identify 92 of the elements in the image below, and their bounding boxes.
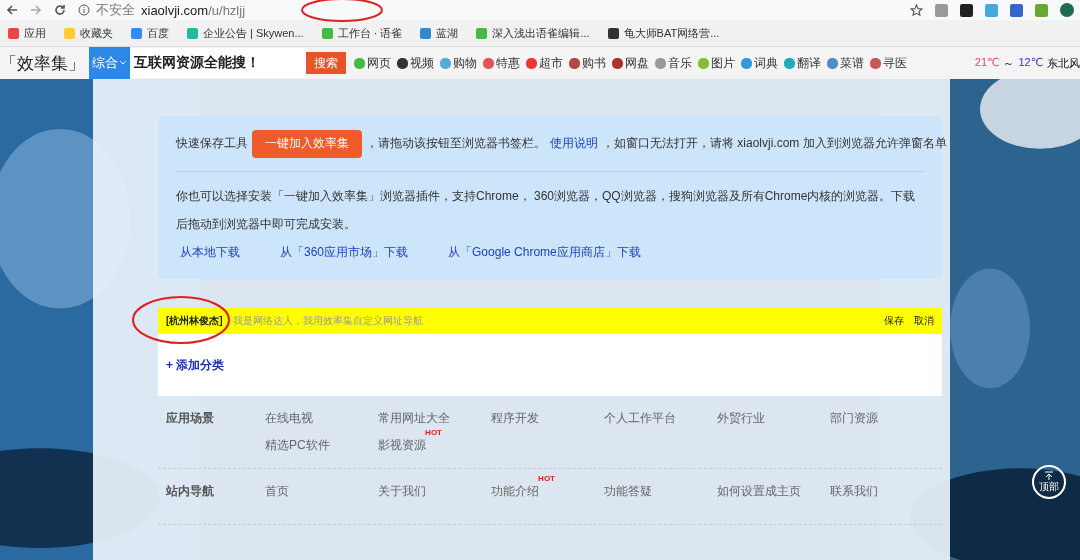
- site-icon: [655, 57, 666, 69]
- search-type-link[interactable]: 购物: [440, 54, 477, 72]
- back-icon[interactable]: [6, 4, 18, 16]
- nav-link[interactable]: 常用网址大全: [378, 411, 450, 425]
- low-temperature: 12℃: [1018, 55, 1043, 70]
- download-link[interactable]: 从本地下载: [180, 244, 240, 261]
- nav-link[interactable]: 如何设置成主页: [717, 484, 801, 498]
- profile-avatar-icon[interactable]: [1060, 3, 1074, 17]
- hot-label: HOT: [425, 428, 442, 437]
- nav-link[interactable]: 功能答疑: [604, 484, 652, 498]
- site-icon: [420, 27, 432, 39]
- site-icon: [612, 57, 623, 69]
- site-icon: [476, 27, 488, 39]
- nav-link[interactable]: 首页: [265, 484, 289, 498]
- bookmark-item[interactable]: 应用: [8, 25, 46, 41]
- slogan-text: ，我是网络达人，我用效率集自定义网址导航: [222, 314, 424, 328]
- temperature-separator: ～: [1003, 55, 1015, 71]
- download-link[interactable]: 从「360应用市场」下载: [280, 244, 409, 261]
- bookmark-item[interactable]: 深入浅出语雀编辑...: [476, 25, 590, 41]
- site-icon: [64, 27, 75, 39]
- nav-link[interactable]: 外贸行业: [717, 411, 765, 425]
- nav-link[interactable]: 精选PC软件: [265, 438, 330, 452]
- search-field[interactable]: 互联网资源全能搜！: [130, 48, 306, 78]
- site-icon: [698, 57, 709, 69]
- wind-text: 东北风: [1047, 55, 1080, 71]
- site-icon: [483, 57, 494, 69]
- bookmark-item[interactable]: 龟大师BAT网络营...: [607, 25, 720, 41]
- hot-label: HOT: [538, 474, 555, 483]
- search-type-link[interactable]: 视频: [397, 54, 434, 72]
- nav-link[interactable]: 在线电视: [265, 411, 313, 425]
- site-logo[interactable]: 「效率集」: [0, 51, 89, 75]
- section-title: 站内导航: [166, 483, 215, 500]
- nav-link[interactable]: 关于我们: [378, 484, 426, 498]
- security-label: 不安全: [96, 1, 135, 19]
- site-icon: [870, 57, 881, 69]
- site-icon: [187, 27, 198, 39]
- help-link[interactable]: 使用说明: [550, 135, 598, 152]
- site-icon: [741, 57, 752, 69]
- search-type-link[interactable]: 翻译: [784, 54, 821, 72]
- download-link[interactable]: 从「Google Chrome应用商店」下载: [448, 244, 641, 261]
- nav-link[interactable]: 程序开发: [491, 411, 539, 425]
- info-text: ，请拖动该按钮至浏览器书签栏。: [366, 135, 546, 152]
- reload-icon[interactable]: [54, 4, 66, 16]
- nav-link[interactable]: 个人工作平台: [604, 411, 676, 425]
- search-type-link[interactable]: 网页: [354, 54, 391, 72]
- search-button[interactable]: 搜索: [306, 52, 346, 74]
- site-icon: [321, 27, 333, 39]
- search-type-link[interactable]: 音乐: [655, 54, 692, 72]
- back-to-top-button[interactable]: 顶部: [1032, 465, 1066, 499]
- site-icon: [8, 27, 19, 39]
- url-text[interactable]: xiaolvji.com/u/hzljj: [141, 2, 246, 18]
- star-icon[interactable]: [910, 3, 923, 17]
- action-link[interactable]: 取消: [914, 314, 934, 328]
- plugin-paragraph: 你也可以选择安装「一键加入效率集」浏览器插件，支持Chrome， 360浏览器，QQ浏览器，搜狗浏览器及所有Chrome内核的浏览器。下载后拖动到浏览器中即可完成安装。: [176, 188, 917, 233]
- site-icon: [354, 57, 365, 69]
- search-type-link[interactable]: 词典: [741, 54, 778, 72]
- nav-link[interactable]: 联系我们: [830, 484, 878, 498]
- section-title: 应用场景: [166, 410, 215, 427]
- bookmark-item[interactable]: 工作台 · 语雀: [321, 25, 403, 41]
- info-text: 快速保存工具: [176, 135, 248, 152]
- extension-icon[interactable]: [960, 3, 973, 17]
- bookmark-item[interactable]: 蓝湖: [420, 25, 459, 41]
- category-dropdown[interactable]: 综合: [89, 47, 130, 79]
- site-icon: [827, 57, 838, 69]
- action-link[interactable]: 保存: [884, 314, 904, 328]
- bookmark-item[interactable]: 百度: [131, 25, 169, 41]
- search-type-link[interactable]: 购书: [569, 54, 606, 72]
- nav-link[interactable]: 影视资源: [378, 438, 426, 452]
- search-type-link[interactable]: 寻医: [870, 54, 907, 72]
- arrow-up-icon: [1044, 470, 1054, 480]
- bookmark-item[interactable]: 企业公告 | Skywen...: [187, 25, 304, 41]
- nav-link[interactable]: 部门资源: [830, 411, 878, 425]
- search-type-link[interactable]: 网盘: [612, 54, 649, 72]
- add-category-link[interactable]: + 添加分类: [166, 356, 225, 374]
- caret-icon: [119, 60, 127, 66]
- site-icon: [784, 57, 795, 69]
- info-text: ，如窗口无法打开，请将 xiaolvji.com 加入到浏览器允许弹窗名单: [602, 135, 947, 152]
- site-icon: [440, 57, 451, 69]
- user-name: [杭州林俊杰]: [166, 314, 223, 328]
- search-type-link[interactable]: 图片: [698, 54, 735, 72]
- site-icon: [607, 27, 619, 39]
- nav-link[interactable]: 功能介绍: [491, 484, 539, 498]
- site-icon: [569, 57, 580, 69]
- site-icon: [397, 57, 408, 69]
- search-type-link[interactable]: 特惠: [483, 54, 520, 72]
- site-icon: [526, 57, 537, 69]
- bookmark-item[interactable]: 收藏夹: [64, 25, 113, 41]
- site-icon: [131, 27, 142, 39]
- search-type-link[interactable]: 超市: [526, 54, 563, 72]
- info-icon[interactable]: [78, 4, 90, 16]
- search-type-link[interactable]: 菜谱: [827, 54, 864, 72]
- high-temperature: 21℃: [974, 55, 1000, 70]
